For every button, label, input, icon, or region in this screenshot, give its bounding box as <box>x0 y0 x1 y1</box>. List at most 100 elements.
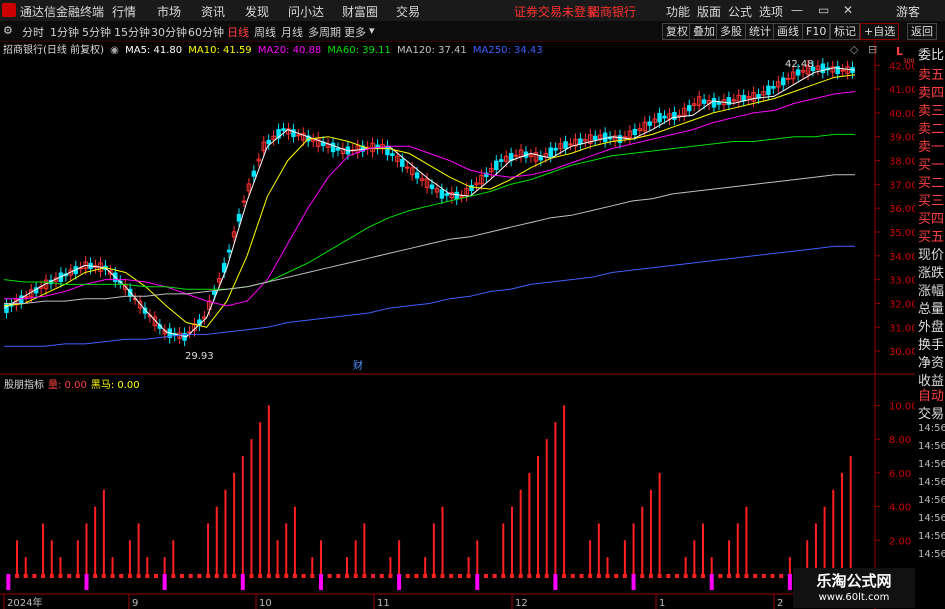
trade-time: 14:56 <box>918 477 945 488</box>
side-label-sell1[interactable]: 卖一 <box>918 136 944 155</box>
y-tick-label: 30.00 <box>889 347 915 358</box>
menu-formula[interactable]: 公式 <box>728 3 752 20</box>
trade-time: 14:56 <box>918 531 945 542</box>
side-label-price[interactable]: 现价 <box>918 244 944 263</box>
candle <box>766 85 771 96</box>
side-label-sell3[interactable]: 卖三 <box>918 100 944 119</box>
side-label-sell2[interactable]: 卖二 <box>918 118 944 137</box>
indicator-marker <box>735 574 740 578</box>
overlay-button[interactable]: 叠加 <box>689 23 719 40</box>
side-label-auto[interactable]: 自动 <box>918 385 944 404</box>
tab-30min[interactable]: 30分钟 <box>151 24 187 40</box>
candle <box>429 184 435 189</box>
candle <box>212 290 217 295</box>
side-label-buy1[interactable]: 买一 <box>918 154 944 173</box>
indicator-marker <box>162 574 167 590</box>
app-logo-icon <box>2 3 16 17</box>
mark-button[interactable]: 标记 <box>830 23 860 40</box>
minimize-icon[interactable]: — <box>791 3 803 17</box>
indicator-marker <box>596 574 601 578</box>
menu-item-news[interactable]: 资讯 <box>201 3 225 20</box>
side-label-netasset[interactable]: 净资 <box>918 352 944 371</box>
indicator-marker <box>770 574 775 578</box>
indicator-marker <box>206 574 211 578</box>
multi-stock-button[interactable]: 多股 <box>716 23 746 40</box>
candle <box>494 160 499 171</box>
app-title: 通达信金融终端 <box>20 5 105 19</box>
tab-monthly[interactable]: 月线 <box>281 24 303 40</box>
side-label-buy5[interactable]: 买五 <box>918 226 944 245</box>
candle <box>405 166 410 169</box>
tab-weekly[interactable]: 周线 <box>254 24 276 40</box>
tab-multi-period[interactable]: 多周期 <box>308 24 341 40</box>
restore-icon[interactable]: ▭ <box>818 3 829 17</box>
side-label-volume[interactable]: 总量 <box>918 298 944 317</box>
chevron-down-icon[interactable]: ▾ <box>369 24 375 37</box>
tab-60min[interactable]: 60分钟 <box>188 24 224 40</box>
y-tick-label: 31.00 <box>889 323 915 334</box>
y-tick-label: 38.00 <box>889 157 915 168</box>
menu-item-discover[interactable]: 发现 <box>245 3 269 20</box>
adjust-button[interactable]: 复权 <box>662 23 692 40</box>
indicator-marker <box>23 574 28 578</box>
user-label[interactable]: 游客 <box>896 3 920 20</box>
draw-line-button[interactable]: 画线 <box>773 23 803 40</box>
menu-item-trade[interactable]: 交易 <box>396 3 420 20</box>
candle <box>439 189 445 199</box>
side-label-change[interactable]: 涨跌 <box>918 262 944 281</box>
kline-chart[interactable]: 30.00 31.00 32.00 33.00 34.00 35.00 36.00 37.00… <box>0 41 915 609</box>
menu-item-wealth[interactable]: 财富圈 <box>342 3 378 20</box>
side-label-outer[interactable]: 外盘 <box>918 316 944 335</box>
f10-button[interactable]: F10 <box>802 23 831 40</box>
back-button[interactable]: 返回 <box>907 23 937 40</box>
indicator-marker <box>536 574 541 578</box>
side-label-trade[interactable]: 交易 <box>918 403 944 422</box>
side-label-weibi[interactable]: 委比 <box>918 44 944 63</box>
candle <box>672 111 677 120</box>
candle <box>499 159 504 162</box>
tab-daily[interactable]: 日线 <box>227 24 249 40</box>
close-icon[interactable]: ✕ <box>843 3 853 17</box>
side-label-turnover[interactable]: 换手 <box>918 334 944 353</box>
diamond-icon[interactable]: ◇ <box>850 43 859 56</box>
menu-item-quotes[interactable]: 行情 <box>112 3 136 20</box>
menu-item-xiaoda[interactable]: 问小达 <box>288 3 324 20</box>
side-label-sell5[interactable]: 卖五 <box>918 64 944 83</box>
side-label-buy2[interactable]: 买二 <box>918 172 944 191</box>
candle <box>602 132 608 143</box>
tab-5min[interactable]: 5分钟 <box>82 24 111 40</box>
login-warning[interactable]: 证券交易未登录 <box>514 3 598 20</box>
tab-intraday[interactable]: 分时 <box>22 24 44 40</box>
indicator-marker <box>440 574 445 578</box>
indicator-marker <box>744 574 749 578</box>
indicator-marker <box>544 574 549 578</box>
candle <box>226 249 232 253</box>
side-label-pct[interactable]: 涨幅 <box>918 280 944 299</box>
menu-options[interactable]: 选项 <box>759 3 783 20</box>
tab-1min[interactable]: 1分钟 <box>50 24 79 40</box>
candle <box>236 213 242 222</box>
stock-link[interactable]: 招商银行 <box>588 3 636 20</box>
settings-icon[interactable]: ⚙ <box>3 24 13 37</box>
add-favorite-button[interactable]: +自选 <box>860 23 900 40</box>
x-tick-label: 9 <box>132 598 138 609</box>
menu-item-market[interactable]: 市场 <box>157 3 181 20</box>
candle <box>553 147 558 151</box>
collapse-icon[interactable]: ⊟ <box>868 43 877 56</box>
stats-button[interactable]: 统计 <box>745 23 775 40</box>
indicator-marker <box>622 574 627 578</box>
indicator-marker <box>336 574 341 578</box>
y-tick-label: 32.00 <box>889 299 915 310</box>
financial-report-marker[interactable]: 财 <box>353 359 363 372</box>
watermark-title: 乐淘公式网 <box>816 572 892 590</box>
side-label-sell4[interactable]: 卖四 <box>918 82 944 101</box>
tab-more[interactable]: 更多 <box>344 24 366 40</box>
menu-function[interactable]: 功能 <box>666 3 690 20</box>
side-label-buy3[interactable]: 买三 <box>918 190 944 209</box>
indicator-marker <box>631 574 636 590</box>
indicator-marker <box>605 574 610 578</box>
side-label-buy4[interactable]: 买四 <box>918 208 944 227</box>
menu-layout[interactable]: 版面 <box>697 3 721 20</box>
tab-15min[interactable]: 15分钟 <box>114 24 150 40</box>
indicator-marker <box>84 574 89 590</box>
